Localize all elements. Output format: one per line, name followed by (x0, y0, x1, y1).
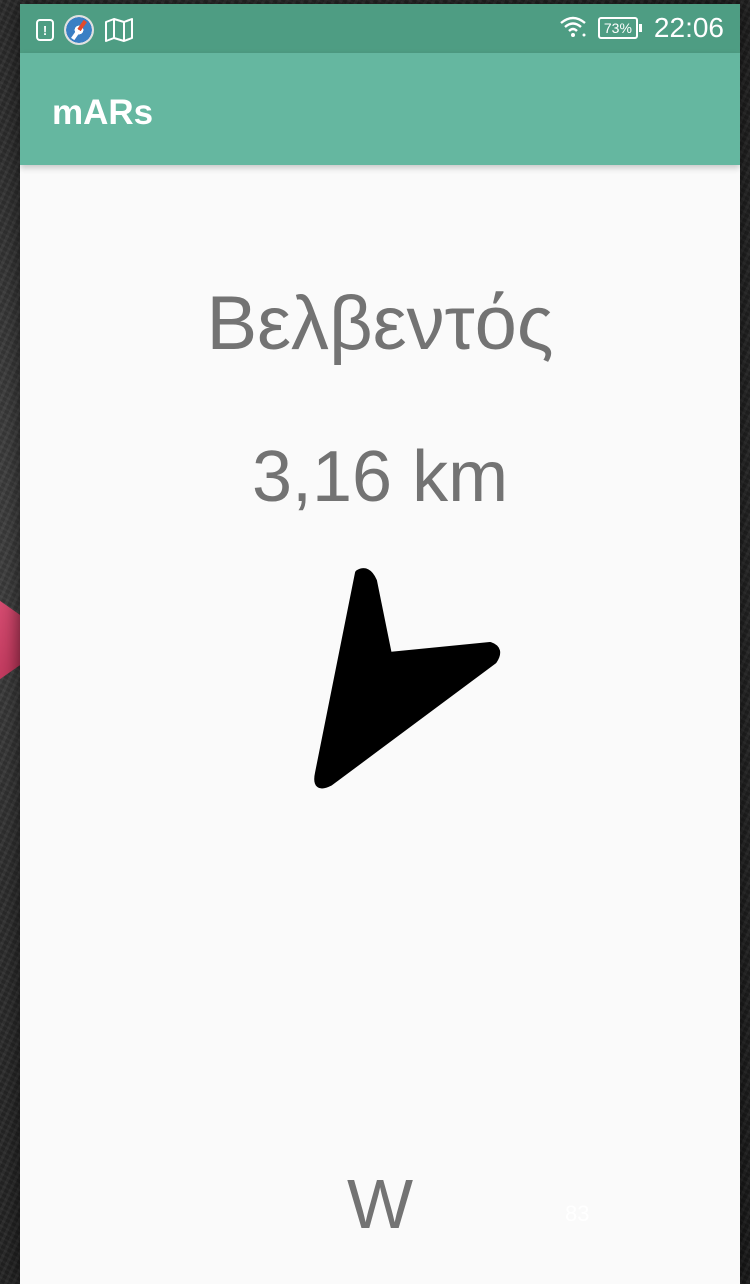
wifi-icon (558, 14, 588, 43)
compass-app-icon (64, 15, 94, 45)
app-bar: mARs (20, 53, 740, 165)
status-time: 22:06 (653, 12, 724, 43)
alert-icon: ! (36, 19, 54, 41)
app-title: mARs (52, 93, 154, 132)
destination-name: Βελβεντός (206, 281, 554, 366)
cardinal-direction: W (346, 1165, 414, 1243)
app-screen: ! 73% 22:06 mARs Βελβεντός 3,16 km W 83 (20, 4, 740, 1284)
status-bar: ! 73% 22:06 (20, 4, 740, 53)
heading-degrees: 83 (565, 1201, 590, 1226)
battery-indicator: 73% (597, 17, 642, 39)
distance-label: 3,16 km (251, 437, 509, 517)
map-icon (104, 17, 134, 43)
navigation-arrow-icon (314, 568, 501, 789)
